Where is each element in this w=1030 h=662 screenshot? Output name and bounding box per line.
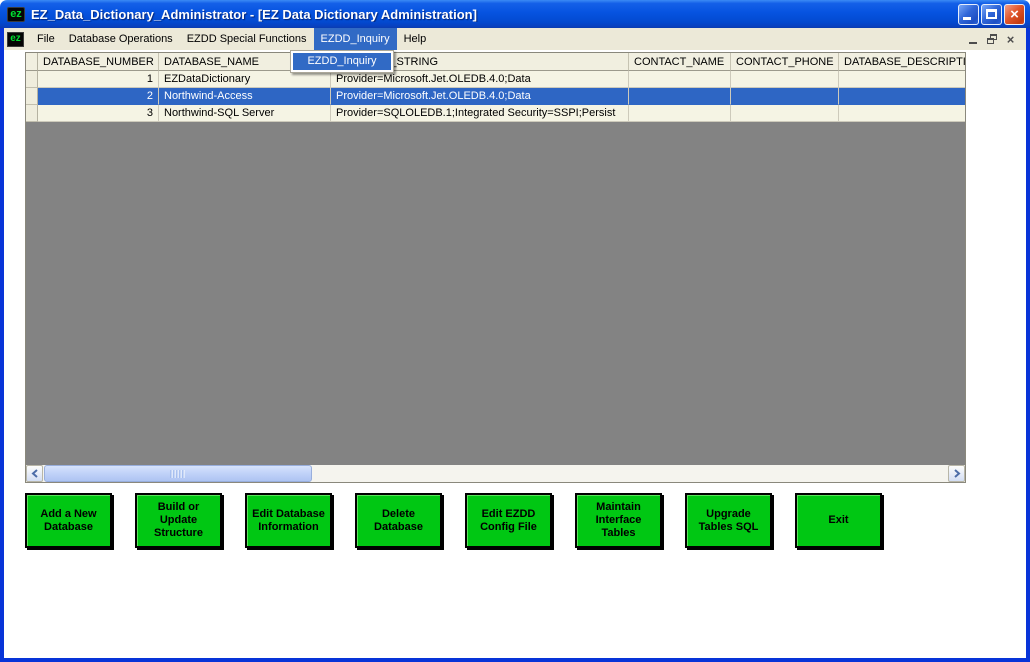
menu-help[interactable]: Help xyxy=(397,28,434,50)
column-header-contact-phone: CONTACT_PHONE xyxy=(731,53,839,71)
mdi-restore-icon xyxy=(987,34,997,44)
cell-connect-string[interactable]: Provider=SQLOLEDB.1;Integrated Security=… xyxy=(331,105,629,122)
edit-ezdd-config-file-button[interactable]: Edit EZDD Config File xyxy=(465,493,552,548)
grid-corner-stub xyxy=(26,53,38,71)
build-update-structure-button[interactable]: Build or Update Structure xyxy=(135,493,222,548)
database-grid: DATABASE_NUMBER DATABASE_NAME CONNECT_ST… xyxy=(25,52,966,483)
menu-ezdd-inquiry[interactable]: EZDD_Inquiry xyxy=(314,28,397,50)
maximize-button[interactable] xyxy=(981,4,1002,25)
cell-connect-string[interactable]: Provider=Microsoft.Jet.OLEDB.4.0;Data xyxy=(331,71,629,88)
cell-database-description[interactable] xyxy=(839,88,965,105)
mdi-restore-button[interactable] xyxy=(984,32,999,46)
column-header-database-description: DATABASE_DESCRIPTION xyxy=(839,53,965,71)
exit-button[interactable]: Exit xyxy=(795,493,882,548)
scroll-right-button[interactable] xyxy=(948,465,965,482)
add-new-database-button[interactable]: Add a New Database xyxy=(25,493,112,548)
window-controls: × xyxy=(958,4,1025,25)
cell-connect-string[interactable]: Provider=Microsoft.Jet.OLEDB.4.0;Data xyxy=(331,88,629,105)
window-body: ez File Database Operations EZDD Special… xyxy=(0,28,1030,662)
cell-contact-phone[interactable] xyxy=(731,105,839,122)
ezdd-inquiry-dropdown-menu: EZDD_Inquiry xyxy=(290,50,394,73)
mdi-minimize-icon xyxy=(969,42,977,44)
mdi-window-controls: × xyxy=(965,28,1026,50)
close-button[interactable]: × xyxy=(1004,4,1025,25)
edit-database-information-button[interactable]: Edit Database Information xyxy=(245,493,332,548)
horizontal-scrollbar[interactable] xyxy=(26,465,965,482)
cell-contact-phone[interactable] xyxy=(731,88,839,105)
menu-file[interactable]: File xyxy=(30,28,62,50)
chevron-left-icon xyxy=(31,469,39,478)
mdi-minimize-button[interactable] xyxy=(965,32,980,46)
menu-item-ezdd-inquiry[interactable]: EZDD_Inquiry xyxy=(293,53,391,70)
chevron-right-icon xyxy=(953,469,961,478)
table-row[interactable]: 3 Northwind-SQL Server Provider=SQLOLEDB… xyxy=(26,105,965,122)
cell-contact-phone[interactable] xyxy=(731,71,839,88)
mdi-close-button[interactable]: × xyxy=(1003,32,1018,46)
scrollbar-grip-icon xyxy=(171,470,186,478)
scroll-left-button[interactable] xyxy=(26,465,43,482)
cell-database-number[interactable]: 3 xyxy=(38,105,159,122)
scrollbar-thumb[interactable] xyxy=(44,465,312,482)
menu-database-operations[interactable]: Database Operations xyxy=(62,28,180,50)
mdi-close-icon: × xyxy=(1007,33,1015,46)
menu-ezdd-special-functions[interactable]: EZDD Special Functions xyxy=(180,28,314,50)
cell-contact-name[interactable] xyxy=(629,71,731,88)
row-selector[interactable] xyxy=(26,88,38,105)
column-header-contact-name: CONTACT_NAME xyxy=(629,53,731,71)
cell-database-description[interactable] xyxy=(839,71,965,88)
grid-header-row: DATABASE_NUMBER DATABASE_NAME CONNECT_ST… xyxy=(26,53,965,71)
maintain-interface-tables-button[interactable]: Maintain Interface Tables xyxy=(575,493,662,548)
cell-contact-name[interactable] xyxy=(629,105,731,122)
window-title: EZ_Data_Dictionary_Administrator - [EZ D… xyxy=(31,7,958,22)
cell-database-description[interactable] xyxy=(839,105,965,122)
title-bar[interactable]: ez EZ_Data_Dictionary_Administrator - [E… xyxy=(0,0,1030,28)
scrollbar-track[interactable] xyxy=(43,465,948,482)
close-icon: × xyxy=(1005,5,1024,24)
delete-database-button[interactable]: Delete Database xyxy=(355,493,442,548)
cell-database-number[interactable]: 1 xyxy=(38,71,159,88)
cell-contact-name[interactable] xyxy=(629,88,731,105)
minimize-icon xyxy=(963,17,971,20)
action-buttons-row: Add a New Database Build or Update Struc… xyxy=(25,493,882,548)
row-selector[interactable] xyxy=(26,105,38,122)
table-row-selected[interactable]: 2 Northwind-Access Provider=Microsoft.Je… xyxy=(26,88,965,105)
ez-mdi-child-icon[interactable]: ez xyxy=(7,32,24,47)
cell-database-name[interactable]: Northwind-SQL Server xyxy=(159,105,331,122)
cell-database-number[interactable]: 2 xyxy=(38,88,159,105)
row-selector[interactable] xyxy=(26,71,38,88)
ez-app-icon[interactable]: ez xyxy=(7,7,25,22)
cell-database-name[interactable]: Northwind-Access xyxy=(159,88,331,105)
maximize-icon xyxy=(986,9,997,19)
grid-empty-area xyxy=(26,122,965,465)
column-header-database-number: DATABASE_NUMBER xyxy=(38,53,159,71)
upgrade-tables-sql-button[interactable]: Upgrade Tables SQL xyxy=(685,493,772,548)
app-window: ez EZ_Data_Dictionary_Administrator - [E… xyxy=(0,0,1030,662)
cell-database-name[interactable]: EZDataDictionary xyxy=(159,71,331,88)
menu-bar: ez File Database Operations EZDD Special… xyxy=(4,28,1026,50)
table-row[interactable]: 1 EZDataDictionary Provider=Microsoft.Je… xyxy=(26,71,965,88)
minimize-button[interactable] xyxy=(958,4,979,25)
